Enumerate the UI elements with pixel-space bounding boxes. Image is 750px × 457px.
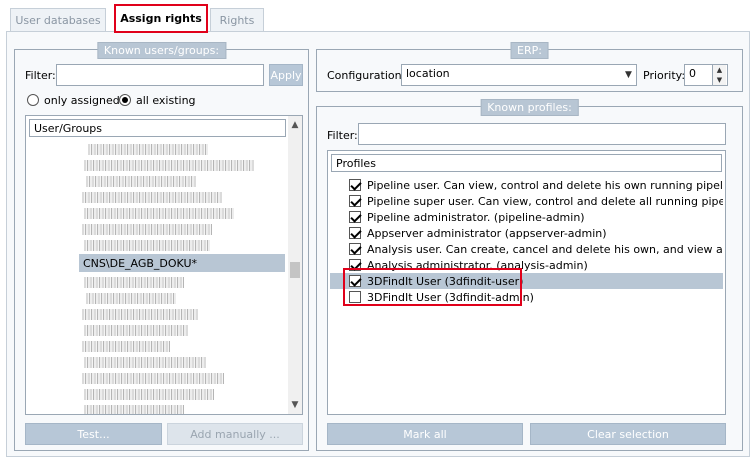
scroll-up-icon[interactable]: ▲ [288, 118, 302, 132]
clear-selection-button[interactable]: Clear selection [530, 423, 726, 445]
profile-row-3[interactable]: Appserver administrator (appserver-admin… [330, 225, 723, 241]
list-item[interactable] [84, 208, 234, 219]
scroll-down-icon[interactable]: ▼ [288, 398, 302, 412]
profile-row-4[interactable]: Analysis user. Can create, cancel and de… [330, 241, 723, 257]
profile-label-2: Pipeline administrator. (pipeline-admin) [367, 210, 585, 224]
list-item[interactable] [84, 405, 184, 414]
tab-bar: User databases Assign rights Rights [0, 0, 750, 33]
list-item[interactable] [84, 325, 188, 336]
users-list[interactable]: User/Groups CNS\DE_AGB_DOKU* ▲ ▼ [25, 115, 303, 415]
users-filter-label: Filter: [25, 69, 56, 82]
tab-assign-rights[interactable]: Assign rights [114, 4, 208, 33]
profile-row-1[interactable]: Pipeline super user. Can view, control a… [330, 193, 723, 209]
profile-label-4: Analysis user. Can create, cancel and de… [367, 242, 723, 256]
apply-button[interactable]: Apply [269, 64, 303, 86]
all-existing-radio[interactable] [119, 94, 131, 106]
profiles-filter-input[interactable] [358, 123, 726, 145]
profile-checkbox-1[interactable] [349, 195, 361, 207]
list-item[interactable] [84, 357, 206, 368]
profile-row-0[interactable]: Pipeline user. Can view, control and del… [330, 177, 723, 193]
list-item[interactable] [84, 240, 210, 251]
users-list-scrollbar[interactable]: ▲ ▼ [288, 116, 302, 414]
users-filter-input[interactable] [56, 64, 264, 86]
list-item[interactable] [84, 389, 214, 400]
users-groups-panel: Known users/groups: Filter: Apply only a… [14, 42, 309, 451]
profile-row-2[interactable]: Pipeline administrator. (pipeline-admin) [330, 209, 723, 225]
list-item[interactable] [82, 341, 170, 352]
profile-checkbox-4[interactable] [349, 243, 361, 255]
configuration-select[interactable]: location [401, 64, 637, 86]
users-groups-title: Known users/groups: [96, 42, 227, 59]
all-existing-label: all existing [136, 94, 196, 107]
test-button[interactable]: Test... [25, 423, 162, 445]
list-item[interactable] [88, 144, 208, 155]
list-item[interactable] [86, 176, 196, 187]
selected-user-item[interactable]: CNS\DE_AGB_DOKU* [79, 254, 285, 272]
spinner-down-icon[interactable]: ▼ [712, 75, 726, 85]
erp-panel: ERP: Configuration: location ▼ Priority:… [316, 42, 743, 92]
list-item[interactable] [82, 192, 222, 203]
highlight-frame [343, 268, 522, 306]
only-assigned-radio[interactable] [27, 94, 39, 106]
list-item[interactable] [82, 309, 198, 320]
profiles-title: Known profiles: [480, 99, 579, 116]
profile-label-3: Appserver administrator (appserver-admin… [367, 226, 607, 240]
add-manually-button[interactable]: Add manually ... [167, 423, 303, 445]
profiles-filter-label: Filter: [327, 129, 358, 142]
list-item[interactable] [86, 293, 176, 304]
list-item[interactable] [82, 224, 212, 235]
only-assigned-label: only assigned [44, 94, 120, 107]
list-item[interactable] [84, 160, 254, 171]
mark-all-button[interactable]: Mark all [327, 423, 523, 445]
profile-checkbox-3[interactable] [349, 227, 361, 239]
list-item[interactable] [82, 373, 224, 384]
tab-user-databases[interactable]: User databases [10, 8, 106, 32]
configuration-label: Configuration: [327, 69, 406, 82]
profile-label-1: Pipeline super user. Can view, control a… [367, 194, 723, 208]
users-list-header: User/Groups [29, 119, 286, 137]
profiles-list-header: Profiles [331, 154, 722, 172]
profile-label-0: Pipeline user. Can view, control and del… [367, 178, 723, 192]
priority-label: Priority: [643, 69, 686, 82]
tab-rights[interactable]: Rights [210, 8, 264, 32]
list-item[interactable] [84, 277, 184, 288]
spinner-up-icon[interactable]: ▲ [712, 65, 726, 75]
chevron-down-icon[interactable]: ▼ [622, 67, 635, 83]
profile-checkbox-0[interactable] [349, 179, 361, 191]
erp-title: ERP: [510, 42, 549, 59]
profile-checkbox-2[interactable] [349, 211, 361, 223]
scroll-thumb[interactable] [290, 262, 300, 278]
